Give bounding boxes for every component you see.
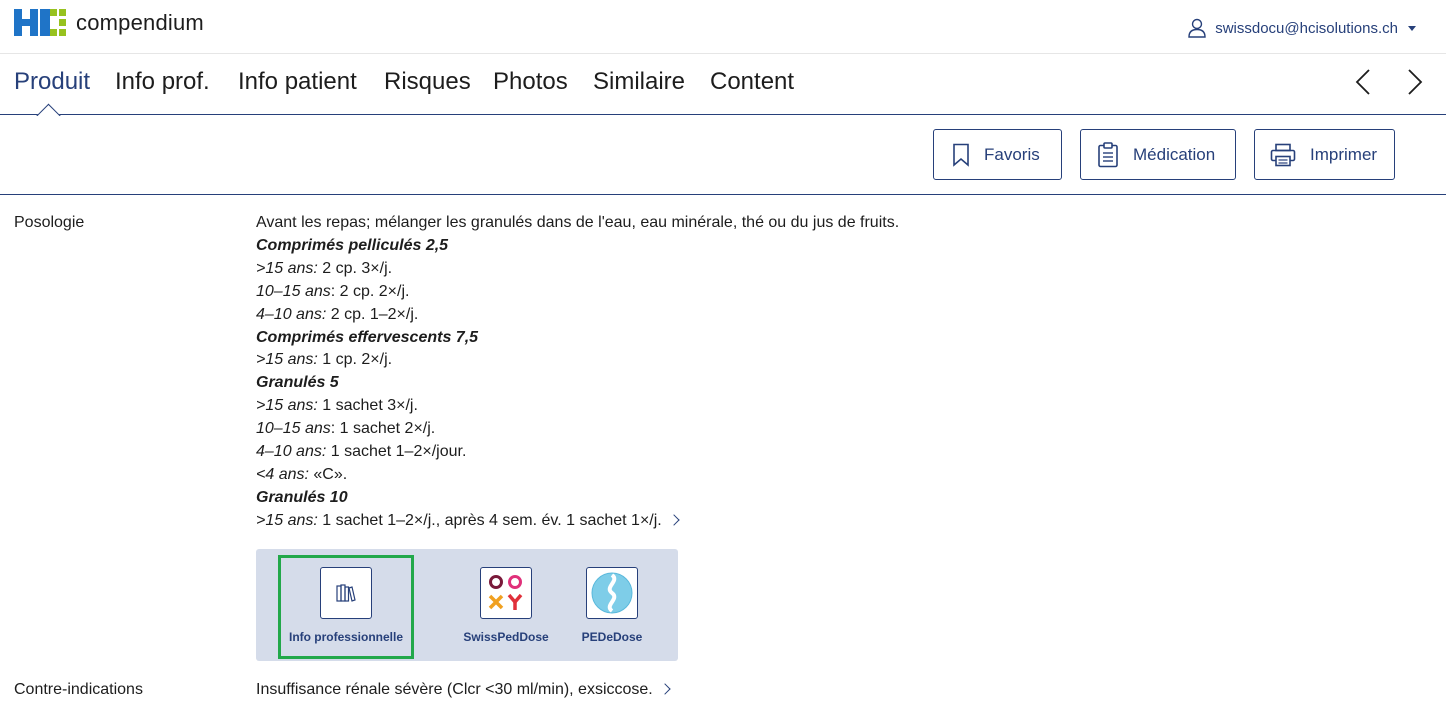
dose-line: >15 ans: 2 cp. 3×/j. <box>256 259 393 277</box>
expand-chevron-icon[interactable] <box>668 514 680 526</box>
posologie-text: Avant les repas; mélanger les granulés d… <box>256 212 899 533</box>
favorites-button[interactable]: Favoris <box>933 129 1062 180</box>
swisspeddose-logo-icon <box>480 567 532 619</box>
printer-icon <box>1270 143 1296 166</box>
pededose-tool[interactable]: PEDeDose <box>544 557 680 655</box>
tool-label: Info professionnelle <box>288 630 403 644</box>
brand-name: compendium <box>76 9 204 35</box>
dose-line: 4–10 ans: 1 sachet 1–2×/jour. <box>256 443 467 461</box>
hci-logo-icon <box>14 9 66 36</box>
tool-label: PEDeDose <box>581 630 643 644</box>
tab-produit[interactable]: Produit <box>14 68 90 96</box>
dose-line: 10–15 ans: 1 sachet 2×/j. <box>256 420 436 438</box>
bookmark-icon <box>953 143 969 167</box>
active-tab-indicator <box>34 100 64 116</box>
user-email: swissdocu@hcisolutions.ch <box>1215 19 1398 37</box>
dose-line: <4 ans: «C». <box>256 465 348 483</box>
tab-bar: Produit Info prof. Info patient Risques … <box>0 54 1446 115</box>
expand-chevron-icon[interactable] <box>659 683 671 695</box>
dose-line: >15 ans: 1 cp. 2×/j. <box>256 351 393 369</box>
print-button[interactable]: Imprimer <box>1254 129 1395 180</box>
tab-content[interactable]: Content <box>710 68 794 96</box>
medication-label: Médication <box>1133 144 1216 164</box>
tool-label: SwissPedDose <box>463 630 549 644</box>
print-label: Imprimer <box>1310 144 1378 164</box>
dose-line: 10–15 ans: 2 cp. 2×/j. <box>256 282 410 300</box>
compendium-logo[interactable]: compendium <box>14 9 204 36</box>
next-arrow-icon[interactable] <box>1406 68 1424 101</box>
info-professionnelle-tool[interactable]: Info professionnelle <box>278 555 414 659</box>
tab-info-prof[interactable]: Info prof. <box>115 68 210 96</box>
medication-button[interactable]: Médication <box>1080 129 1236 180</box>
tab-info-patient[interactable]: Info patient <box>238 68 357 96</box>
dose-line: >15 ans: 1 sachet 3×/j. <box>256 397 418 415</box>
tab-similaire[interactable]: Similaire <box>593 68 685 96</box>
user-menu[interactable]: swissdocu@hcisolutions.ch <box>1188 18 1416 38</box>
tab-photos[interactable]: Photos <box>493 68 568 96</box>
pededose-logo-icon <box>586 567 638 619</box>
books-icon <box>320 567 372 619</box>
posologie-intro: Avant les repas; mélanger les granulés d… <box>256 214 900 231</box>
contre-indications-label: Contre-indications <box>14 681 143 698</box>
clipboard-icon <box>1098 141 1118 167</box>
action-bar: Favoris Médication Imprimer <box>0 115 1446 195</box>
dose-group-heading: Granulés 5 <box>256 374 339 392</box>
top-bar: compendium swissdocu@hcisolutions.ch <box>0 0 1446 54</box>
favorites-label: Favoris <box>984 144 1040 164</box>
posologie-label: Posologie <box>14 214 85 231</box>
caret-down-icon <box>1408 25 1416 31</box>
user-icon <box>1188 18 1206 38</box>
tab-risques[interactable]: Risques <box>384 68 471 96</box>
dose-group-heading: Comprimés effervescents 7,5 <box>256 328 479 346</box>
previous-arrow-icon[interactable] <box>1354 68 1372 101</box>
dosage-tools-panel: Info professionnelle SwissPedDose PEDeDo <box>256 549 678 661</box>
dose-group-heading: Comprimés pelliculés 2,5 <box>256 236 449 254</box>
contre-indications-text: Insuffisance rénale sévère (Clcr <30 ml/… <box>256 681 671 699</box>
dose-group-heading: Granulés 10 <box>256 488 348 506</box>
dose-line: 4–10 ans: 2 cp. 1–2×/j. <box>256 305 419 323</box>
dose-line: >15 ans: 1 sachet 1–2×/j., après 4 sem. … <box>256 510 899 533</box>
